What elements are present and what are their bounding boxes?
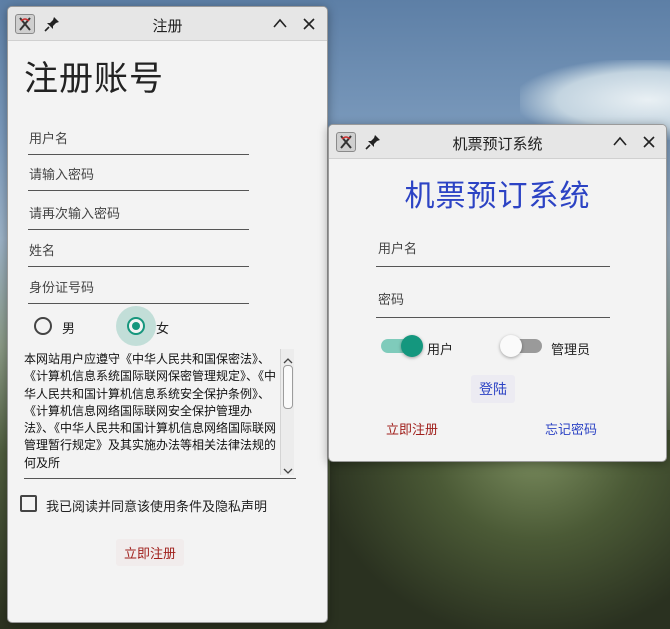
agree-checkbox-label: 我已阅读并同意该使用条件及隐私声明: [46, 500, 268, 515]
login-password-field[interactable]: [376, 284, 610, 318]
scroll-up-icon[interactable]: [283, 351, 293, 364]
forgot-password-link[interactable]: 忘记密码: [537, 415, 605, 442]
register-window: 注册 注册账号 男 女 本网站用户应遵守《中华人民共和国保密法》、《计算机信息系…: [7, 6, 328, 623]
gender-male-label: 男: [62, 322, 76, 337]
switch-knob: [401, 335, 423, 357]
close-icon[interactable]: [641, 134, 657, 150]
admin-role-label: 管理员: [551, 343, 591, 358]
close-icon[interactable]: [301, 16, 317, 32]
terms-text: 本网站用户应遵守《中华人民共和国保密法》、《计算机信息系统国际联网保密管理规定》…: [24, 352, 277, 470]
username-field[interactable]: [28, 125, 249, 155]
id-number-field[interactable]: [28, 274, 249, 304]
login-password-input[interactable]: [376, 284, 610, 317]
name-field[interactable]: [28, 237, 249, 267]
username-input[interactable]: [28, 125, 249, 154]
confirm-password-input[interactable]: [28, 200, 249, 229]
gender-female-radio[interactable]: [127, 317, 145, 335]
login-username-field[interactable]: [376, 233, 610, 267]
scroll-down-icon[interactable]: [283, 461, 293, 474]
register-link[interactable]: 立即注册: [378, 415, 446, 442]
terms-textarea[interactable]: 本网站用户应遵守《中华人民共和国保密法》、《计算机信息系统国际联网保密管理规定》…: [24, 349, 296, 479]
login-heading: 机票预订系统: [404, 179, 591, 214]
admin-role-switch[interactable]: [500, 335, 544, 357]
register-heading: 注册账号: [24, 59, 164, 99]
confirm-password-field[interactable]: [28, 200, 249, 230]
name-input[interactable]: [28, 237, 249, 266]
gender-female-label: 女: [156, 322, 170, 337]
chevron-up-icon[interactable]: [612, 134, 628, 150]
user-role-label: 用户: [427, 343, 454, 358]
id-number-input[interactable]: [28, 274, 249, 303]
terms-scrollbar[interactable]: [280, 349, 294, 475]
chevron-up-icon[interactable]: [272, 16, 288, 32]
scrollbar-thumb[interactable]: [283, 365, 293, 409]
agree-checkbox[interactable]: [20, 495, 37, 512]
register-submit-button[interactable]: 立即注册: [116, 539, 185, 566]
switch-knob: [500, 335, 522, 357]
gender-male-radio[interactable]: [34, 317, 52, 335]
login-button[interactable]: 登陆: [471, 375, 515, 403]
login-titlebar: 机票预订系统: [329, 125, 666, 159]
password-field[interactable]: [28, 161, 249, 191]
login-window: 机票预订系统 机票预订系统 用户 管理员 登陆 立即注册 忘记密码: [328, 124, 667, 462]
user-role-switch[interactable]: [381, 335, 423, 357]
password-input[interactable]: [28, 161, 249, 190]
register-titlebar: 注册: [8, 7, 327, 41]
login-username-input[interactable]: [376, 233, 610, 266]
